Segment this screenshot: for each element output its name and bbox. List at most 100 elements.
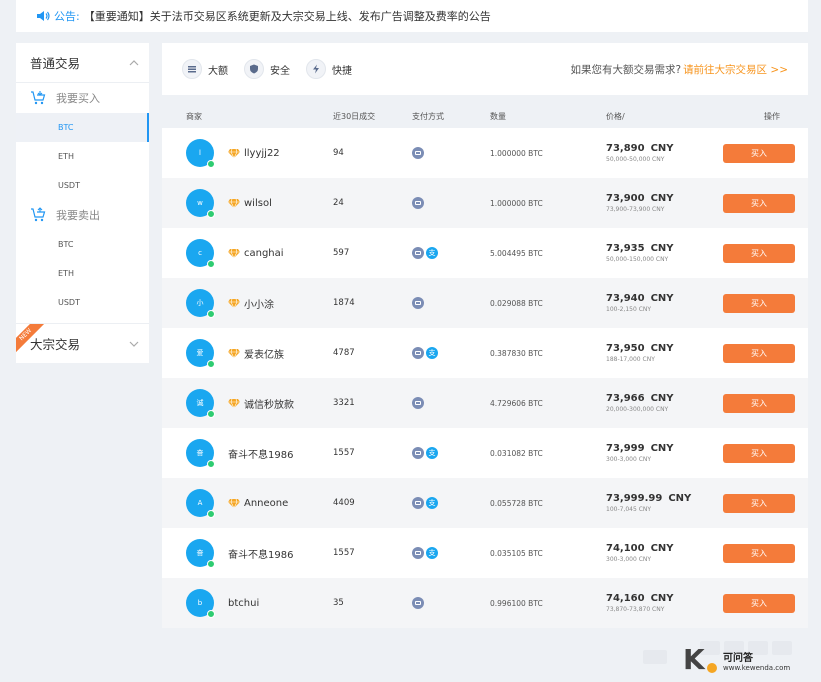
merchant-name[interactable]: wilsol [244, 198, 272, 209]
table-row: l llyyjj22 94 1.000000 BTC 73,890 CNY 50,… [162, 128, 808, 178]
price-currency: CNY [650, 292, 674, 304]
watermark-logo: K [683, 645, 717, 675]
large-amount-icon [182, 59, 202, 79]
quantity-cell: 4.729606 BTC [490, 398, 543, 408]
alipay-icon: 支 [426, 347, 438, 359]
sidebar-item-buy-btc[interactable]: BTC [16, 113, 149, 142]
merchant-name[interactable]: 小小涂 [244, 296, 274, 311]
header-merchant: 商家 [186, 111, 202, 121]
quantity-cell: 0.996100 BTC [490, 598, 543, 608]
avatar[interactable]: b [186, 589, 215, 618]
avatar-initial: w [197, 199, 203, 207]
merchant-name[interactable]: btchui [228, 598, 259, 609]
buy-button[interactable]: 买入 [723, 543, 795, 563]
merchant-name[interactable]: Anneone [244, 498, 288, 509]
bulk-trade-header[interactable]: NEW 大宗交易 [16, 323, 149, 363]
lightning-icon [306, 59, 326, 79]
payment-cell: 支 [412, 347, 490, 359]
merchant-cell: 爱 爱表亿族 [162, 339, 333, 368]
sell-group-label: 我要卖出 [56, 209, 100, 222]
bank-card-icon [412, 147, 424, 159]
limit-range: 20,000-300,000 CNY [606, 405, 669, 413]
table-row: c canghai 597 支 5.004495 BTC 73,935 CNY 5… [162, 228, 808, 278]
buy-button[interactable]: 买入 [723, 243, 795, 263]
buy-button[interactable]: 买入 [723, 293, 795, 313]
table-row: 诚 诚信秒放款 3321 4.729606 BTC 73,966 CNY 20,0… [162, 378, 808, 428]
online-status-dot [207, 360, 215, 368]
limit-range: 50,000-150,000 CNY [606, 255, 669, 263]
avatar[interactable]: c [186, 239, 215, 268]
volume-cell: 3321 [333, 398, 355, 408]
merchant-name[interactable]: canghai [244, 248, 284, 259]
action-cell: 买入 [710, 143, 808, 163]
merchant-name[interactable]: 诚信秒放款 [244, 396, 294, 411]
buy-button[interactable]: 买入 [723, 593, 795, 613]
merchant-name[interactable]: 爱表亿族 [244, 346, 284, 361]
merchant-cell: 奋 奋斗不息1986 [162, 439, 333, 468]
bulk-trade-link[interactable]: 请前往大宗交易区 >> [683, 62, 788, 77]
limit-range: 300-3,000 CNY [606, 455, 652, 463]
avatar[interactable]: 爱 [186, 339, 215, 368]
volume-cell: 24 [333, 198, 344, 208]
buy-button[interactable]: 买入 [723, 143, 795, 163]
bank-card-icon [412, 247, 424, 259]
price-currency: CNY [650, 592, 674, 604]
avatar[interactable]: l [186, 139, 215, 168]
price-currency: CNY [650, 442, 674, 454]
normal-trade-header[interactable]: 普通交易 [16, 43, 149, 83]
sidebar-item-label: ETH [58, 269, 74, 278]
buy-button[interactable]: 买入 [723, 343, 795, 363]
table-header: 商家 近30日成交 支付方式 数量 价格/ 操作 [162, 104, 808, 128]
merchant-cell: l llyyjj22 [162, 139, 333, 168]
volume-cell: 1557 [333, 448, 355, 458]
table-row: b btchui 35 0.996100 BTC 74,160 CNY 73,87… [162, 578, 808, 628]
limit-range: 100-2,150 CNY [606, 305, 652, 313]
sidebar-item-sell-eth[interactable]: ETH [16, 259, 149, 288]
sidebar-item-buy-eth[interactable]: ETH [16, 142, 149, 171]
table-row: A Anneone 4409 支 0.055728 BTC 73,999.99 C… [162, 478, 808, 528]
payment-cell [412, 197, 490, 209]
merchant-name[interactable]: 奋斗不息1986 [228, 446, 293, 461]
online-status-dot [207, 310, 215, 318]
merchant-name[interactable]: 奋斗不息1986 [228, 546, 293, 561]
bulk-hint-text: 如果您有大额交易需求? [570, 63, 682, 76]
action-cell: 买入 [710, 393, 808, 413]
bank-card-icon [412, 397, 424, 409]
online-status-dot [207, 460, 215, 468]
announcement-text[interactable]: 【重要通知】关于法币交易区系统更新及大宗交易上线、发布广告调整及费率的公告 [84, 8, 491, 24]
avatar[interactable]: 奋 [186, 439, 215, 468]
diamond-icon [228, 348, 240, 358]
avatar-initial: 奋 [196, 549, 204, 557]
sidebar-item-sell-usdt[interactable]: USDT [16, 288, 149, 317]
action-cell: 买入 [710, 343, 808, 363]
sidebar-item-sell-btc[interactable]: BTC [16, 230, 149, 259]
buy-button[interactable]: 买入 [723, 443, 795, 463]
limit-range: 50,000-50,000 CNY [606, 155, 665, 163]
buy-button[interactable]: 买入 [723, 193, 795, 213]
merchant-name[interactable]: llyyjj22 [244, 148, 280, 159]
payment-cell: 支 [412, 547, 490, 559]
online-status-dot [207, 160, 215, 168]
buy-button[interactable]: 买入 [723, 393, 795, 413]
price-cell: 73,999 CNY 300-3,000 CNY [606, 442, 710, 465]
price-cell: 73,966 CNY 20,000-300,000 CNY [606, 392, 710, 415]
avatar[interactable]: 诚 [186, 389, 215, 418]
avatar[interactable]: A [186, 489, 215, 518]
payment-cell [412, 397, 490, 409]
payment-cell [412, 597, 490, 609]
avatar-initial: 诚 [196, 399, 204, 407]
table-row: 奋 奋斗不息1986 1557 支 0.035105 BTC 74,100 CNY… [162, 528, 808, 578]
feature-fast: 快捷 [306, 59, 352, 79]
price-value: 73,935 [606, 242, 645, 254]
sidebar-item-buy-usdt[interactable]: USDT [16, 171, 149, 200]
avatar[interactable]: 奋 [186, 539, 215, 568]
pagination-prev[interactable] [643, 650, 667, 664]
quantity-cell: 1.000000 BTC [490, 198, 543, 208]
avatar[interactable]: 小 [186, 289, 215, 318]
quantity-cell: 0.031082 BTC [490, 448, 543, 458]
buy-button[interactable]: 买入 [723, 493, 795, 513]
feature-safe: 安全 [244, 59, 290, 79]
price-currency: CNY [650, 192, 674, 204]
avatar[interactable]: w [186, 189, 215, 218]
diamond-icon [228, 248, 240, 258]
